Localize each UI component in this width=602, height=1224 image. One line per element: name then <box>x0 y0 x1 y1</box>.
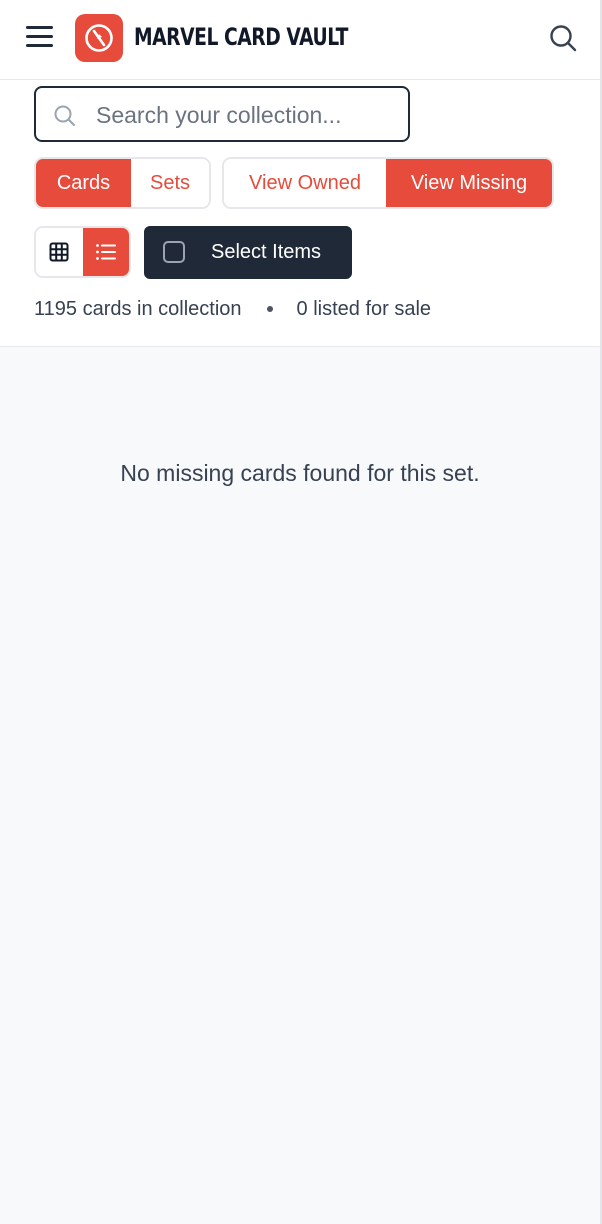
brand-title[interactable]: MARVEL CARD VAULT <box>134 22 348 52</box>
select-items-button[interactable]: Select Items <box>144 226 352 279</box>
tab-cards[interactable]: Cards <box>36 159 131 207</box>
ownership-filter-toggle: View Owned View Missing <box>222 157 554 209</box>
list-view-button[interactable] <box>82 228 129 276</box>
collection-stats: 1195 cards in collection 0 listed for sal… <box>34 296 431 322</box>
menu-bar <box>26 35 53 38</box>
view-missing-button[interactable]: View Missing <box>386 159 552 207</box>
menu-icon[interactable] <box>26 26 54 48</box>
search-input[interactable] <box>94 96 398 134</box>
cards-count: 1195 cards in collection <box>34 298 242 320</box>
tab-sets[interactable]: Sets <box>131 159 209 207</box>
select-items-label: Select Items <box>211 241 322 263</box>
app-header: MARVEL CARD VAULT <box>0 0 600 80</box>
view-owned-button[interactable]: View Owned <box>224 159 386 207</box>
menu-bar <box>26 44 53 47</box>
logo-mark-icon <box>85 24 113 52</box>
search-icon[interactable] <box>548 23 578 53</box>
search-icon <box>54 105 75 126</box>
grid-view-icon <box>49 242 69 262</box>
collection-controls: Cards Sets View Owned View Missing Selec… <box>0 80 600 347</box>
empty-state-message: No missing cards found for this set. <box>120 460 480 486</box>
select-items-checkbox[interactable] <box>163 241 185 263</box>
item-type-toggle: Cards Sets <box>34 157 211 209</box>
separator-dot <box>266 305 273 312</box>
listed-count: 0 listed for sale <box>296 298 432 320</box>
list-view-icon <box>95 244 116 260</box>
search-field[interactable] <box>34 86 410 142</box>
layout-toggle <box>34 226 131 278</box>
logo-icon[interactable] <box>75 14 123 62</box>
grid-view-button[interactable] <box>36 228 83 276</box>
menu-bar <box>26 26 53 29</box>
